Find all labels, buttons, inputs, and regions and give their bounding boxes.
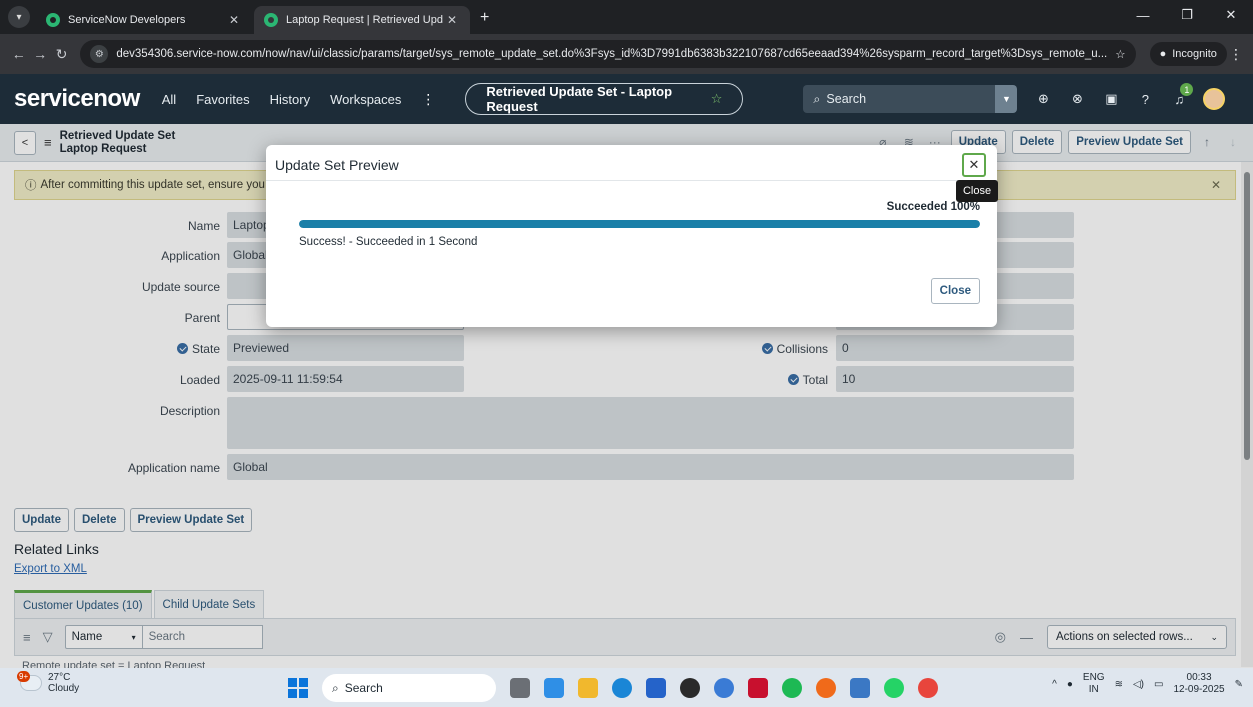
nav-favorites[interactable]: Favorites bbox=[196, 92, 249, 107]
site-settings-icon[interactable]: ⚙ bbox=[90, 45, 109, 63]
whatsapp-icon[interactable] bbox=[884, 678, 904, 698]
browser-tab-laptop-request[interactable]: Laptop Request | Retrieved Upd ✕ bbox=[254, 6, 470, 34]
nav-history[interactable]: History bbox=[270, 92, 310, 107]
tab-search-icon[interactable]: ▾ bbox=[8, 6, 30, 28]
nav-all[interactable]: All bbox=[162, 92, 176, 107]
tab-title: ServiceNow Developers bbox=[68, 14, 186, 26]
browser-tab-bar: ▾ ServiceNow Developers ✕ Laptop Request… bbox=[0, 0, 1253, 34]
tray-overflow-icon[interactable]: ^ bbox=[1052, 679, 1057, 690]
browser-menu-icon[interactable]: ⋮ bbox=[1227, 46, 1245, 63]
more-menu-icon[interactable]: ⋮ bbox=[421, 91, 435, 108]
help-app-icon[interactable] bbox=[714, 678, 734, 698]
search-icon: ⌕ bbox=[813, 91, 821, 106]
progress-bar bbox=[299, 220, 980, 228]
browser-tab-developers[interactable]: ServiceNow Developers ✕ bbox=[36, 6, 252, 34]
tray-app-icon[interactable]: ● bbox=[1067, 679, 1073, 690]
search-placeholder: Search bbox=[826, 92, 867, 106]
global-search-input[interactable]: ⌕ Search bbox=[803, 85, 996, 113]
weather-temp: 27°C bbox=[48, 672, 71, 683]
taskbar-search[interactable]: ⌕ Search bbox=[322, 674, 496, 702]
help-icon[interactable]: ? bbox=[1135, 89, 1155, 109]
edge-browser-icon[interactable] bbox=[612, 678, 632, 698]
weather-badge: 9+ bbox=[17, 671, 31, 682]
forward-arrow-icon[interactable]: → bbox=[29, 46, 50, 62]
new-tab-icon[interactable]: + bbox=[480, 9, 489, 27]
close-tooltip: Close bbox=[956, 180, 998, 202]
language-indicator[interactable]: ENG IN bbox=[1083, 672, 1105, 696]
taskbar-search-label: Search bbox=[344, 681, 383, 695]
clock-date: 12-09-2025 bbox=[1173, 684, 1225, 695]
globe-icon[interactable]: ⊕ bbox=[1033, 89, 1053, 109]
wifi-icon[interactable]: ≋ bbox=[1115, 679, 1123, 690]
clock[interactable]: 00:33 12-09-2025 bbox=[1173, 672, 1224, 696]
copilot-icon[interactable] bbox=[544, 678, 564, 698]
progress-label: Succeeded 100% bbox=[886, 201, 980, 213]
task-view-icon[interactable] bbox=[510, 678, 530, 698]
weather-desc: Cloudy bbox=[48, 683, 80, 694]
user-avatar[interactable] bbox=[1203, 88, 1226, 110]
bookmark-star-icon[interactable]: ☆ bbox=[1115, 47, 1125, 61]
modal-close-icon[interactable]: ✕ bbox=[962, 153, 986, 177]
url-field[interactable]: ⚙ dev354306.service-now.com/now/nav/ui/c… bbox=[80, 40, 1136, 68]
weather-widget[interactable]: 9+ 27°C Cloudy bbox=[17, 671, 79, 694]
windows-start-icon[interactable] bbox=[288, 678, 308, 698]
notifications-bell-icon[interactable]: ♫ 1 bbox=[1169, 83, 1194, 109]
incognito-icon: ● bbox=[1159, 48, 1167, 60]
servicenow-logo[interactable]: servicenow bbox=[14, 85, 140, 113]
nav-workspaces[interactable]: Workspaces bbox=[330, 92, 401, 107]
modal-divider bbox=[266, 180, 997, 181]
cloud-icon: 9+ bbox=[17, 671, 42, 691]
tab-title: Laptop Request | Retrieved Upd bbox=[286, 14, 443, 26]
search-icon: ⌕ bbox=[332, 680, 339, 695]
progress-bar-fill bbox=[299, 220, 980, 228]
modal-close-button[interactable]: Close bbox=[930, 278, 980, 304]
notifications-icon[interactable]: ✎ bbox=[1235, 679, 1243, 690]
system-tray: ^ ● ENG IN ≋ ◁) ▭ 00:33 12-09-2025 ✎ bbox=[1052, 672, 1243, 696]
app-icon[interactable] bbox=[680, 678, 700, 698]
context-title-pill[interactable]: Retrieved Update Set - Laptop Request ☆ bbox=[465, 83, 744, 115]
battery-icon[interactable]: ▭ bbox=[1154, 679, 1163, 690]
browser-app-icon[interactable] bbox=[816, 678, 836, 698]
url-text: dev354306.service-now.com/now/nav/ui/cla… bbox=[116, 48, 1108, 60]
chrome-icon[interactable] bbox=[918, 678, 938, 698]
back-arrow-icon[interactable]: ← bbox=[8, 46, 29, 62]
incognito-label: Incognito bbox=[1172, 48, 1217, 60]
window-controls: — ❐ ✕ bbox=[1121, 0, 1253, 30]
incognito-indicator[interactable]: ● Incognito bbox=[1149, 42, 1227, 66]
volume-icon[interactable]: ◁) bbox=[1133, 679, 1144, 690]
header-icons: ⊕ ⊗ ▣ ? ♫ 1 bbox=[1033, 83, 1226, 110]
servicenow-favicon-icon bbox=[264, 13, 278, 27]
weather-text: 27°C Cloudy bbox=[48, 672, 79, 694]
update-set-preview-modal: Update Set Preview ✕ Succeeded 100% Succ… bbox=[266, 145, 997, 327]
file-explorer-icon[interactable] bbox=[578, 678, 598, 698]
window-close-icon[interactable]: ✕ bbox=[1209, 0, 1253, 30]
minimize-icon[interactable]: — bbox=[1121, 0, 1165, 30]
favorite-star-icon[interactable]: ☆ bbox=[711, 91, 723, 107]
mcafee-icon[interactable] bbox=[748, 678, 768, 698]
photos-icon[interactable] bbox=[850, 678, 870, 698]
lang-line2: IN bbox=[1088, 684, 1099, 695]
context-title: Retrieved Update Set - Laptop Request bbox=[486, 84, 673, 114]
chat-icon[interactable]: ▣ bbox=[1101, 89, 1121, 109]
lang-line1: ENG bbox=[1082, 672, 1105, 683]
scope-icon[interactable]: ⊗ bbox=[1067, 89, 1087, 109]
store-icon[interactable] bbox=[646, 678, 666, 698]
notification-badge: 1 bbox=[1180, 83, 1194, 96]
reload-icon[interactable]: ↻ bbox=[51, 46, 72, 63]
address-bar-row: ← → ↻ ⚙ dev354306.service-now.com/now/na… bbox=[0, 34, 1253, 74]
restore-icon[interactable]: ❐ bbox=[1165, 0, 1209, 30]
taskbar-apps: ⌕ Search bbox=[288, 674, 938, 702]
success-message: Success! - Succeeded in 1 Second bbox=[299, 236, 478, 248]
windows-taskbar: 9+ 27°C Cloudy ⌕ Search ^ ● ENG IN ≋ ◁) ▭… bbox=[0, 668, 1253, 707]
modal-title: Update Set Preview bbox=[275, 157, 399, 173]
servicenow-header: servicenow All Favorites History Workspa… bbox=[0, 74, 1253, 124]
tab-close-icon[interactable]: ✕ bbox=[226, 13, 242, 27]
spotify-icon[interactable] bbox=[782, 678, 802, 698]
tab-close-icon[interactable]: ✕ bbox=[444, 13, 460, 27]
servicenow-favicon-icon bbox=[46, 13, 60, 27]
search-scope-dropdown[interactable]: ▼ bbox=[995, 85, 1018, 113]
clock-time: 00:33 bbox=[1186, 672, 1212, 683]
